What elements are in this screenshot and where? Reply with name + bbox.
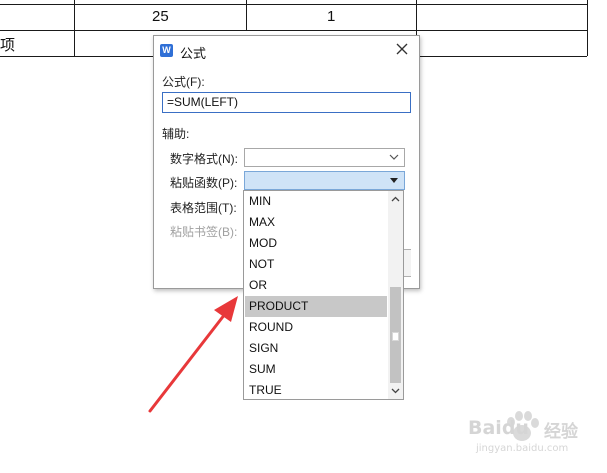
watermark: Baidu 经验 jingyan.baidu.com	[468, 405, 603, 460]
watermark-url: jingyan.baidu.com	[476, 443, 569, 454]
red-arrow	[148, 296, 238, 413]
watermark-brand: Baidu	[468, 417, 529, 439]
watermark-sub: 经验	[544, 422, 578, 442]
